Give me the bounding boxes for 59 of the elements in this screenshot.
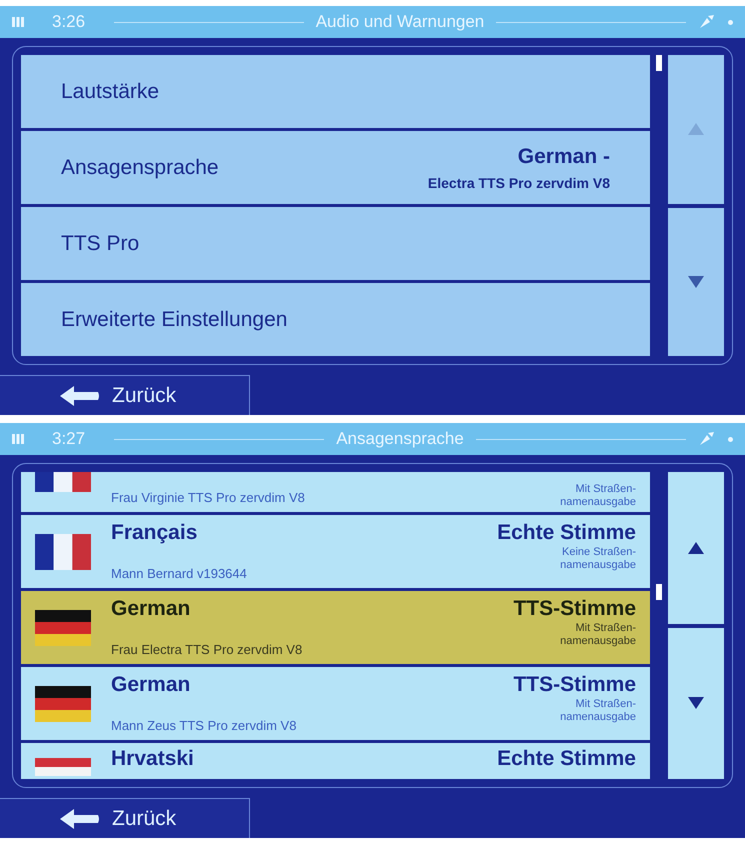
current-value: German - — [518, 144, 610, 170]
down-arrow-icon — [688, 276, 704, 288]
screen-title: Audio und Warnungen — [316, 11, 484, 34]
voice-list-item[interactable]: Frau Virginie TTS Pro zervdim V8 Mit Straßen- namenausgabe — [21, 472, 650, 512]
left-arrow-icon — [60, 808, 100, 828]
scroll-down-button[interactable] — [668, 208, 724, 356]
satellite-icon — [698, 431, 716, 447]
street-name-note: Mit Straßen- namenausgabe — [560, 698, 636, 724]
menu-item[interactable]: Erweiterte Einstellungen — [21, 283, 650, 356]
menu-item[interactable]: Ansagensprache German - Electra TTS Pro zervdim V8 — [21, 131, 650, 204]
voice-name: Mann Zeus TTS Pro zervdim V8 — [111, 717, 298, 735]
language-name: Hrvatski — [111, 746, 195, 772]
language-name: German — [111, 596, 192, 622]
back-button[interactable]: Zurück — [0, 798, 250, 838]
voice-name: Mann Bernard v193644 — [111, 565, 248, 583]
flag-icon — [35, 534, 91, 570]
voice-type: Echte Stimme — [497, 520, 636, 546]
up-arrow-icon — [688, 123, 704, 136]
signal-icon — [12, 433, 24, 445]
scroll-up-button[interactable] — [668, 472, 724, 624]
back-button[interactable]: Zurück — [0, 375, 250, 415]
voice-list-item[interactable]: Hrvatski Echte Stimme — [21, 743, 650, 779]
clock-time: 3:27 — [52, 428, 86, 450]
scrollbar-thumb[interactable] — [656, 584, 662, 600]
voice-list-item[interactable]: German Mann Zeus TTS Pro zervdim V8 TTS-Stimme Mit Straßen- namenausgabe — [21, 667, 650, 740]
selected-voice-item[interactable]: German Frau Electra TTS Pro zervdim V8 TTS-Stimme Mit Straßen- namenausgabe — [21, 591, 650, 664]
street-name-note: Mit Straßen- namenausgabe — [560, 622, 636, 648]
menu-item-label: Ansagensprache — [61, 154, 219, 181]
screen-title: Ansagensprache — [336, 428, 464, 450]
menu-item-label: Lautstärke — [61, 78, 160, 105]
dot-icon — [728, 20, 733, 24]
left-arrow-icon — [60, 386, 100, 406]
voice-type: Echte Stimme — [497, 746, 636, 772]
current-value-detail: Electra TTS Pro zervdim V8 — [428, 174, 610, 193]
voice-type: TTS-Stimme — [513, 596, 636, 622]
street-name-note: Keine Straßen- namenausgabe — [560, 546, 636, 572]
clock-time: 3:26 — [52, 11, 86, 34]
voice-name: Frau Electra TTS Pro zervdim V8 — [111, 641, 304, 659]
down-arrow-icon — [688, 697, 704, 710]
menu-item[interactable]: TTS Pro — [21, 207, 650, 280]
scroll-up-button[interactable] — [668, 55, 724, 204]
scrollbar-thumb[interactable] — [656, 55, 662, 71]
voice-name: Frau Virginie TTS Pro zervdim V8 — [111, 488, 306, 507]
street-name-note: Mit Straßen- namenausgabe — [560, 483, 636, 509]
dot-icon — [728, 436, 733, 442]
satellite-icon — [698, 14, 716, 30]
flag-icon — [35, 686, 91, 722]
flag-icon — [35, 610, 91, 646]
up-arrow-icon — [688, 542, 704, 554]
voice-list-item[interactable]: Français Mann Bernard v193644 Echte Stimme Keine Straßen- namenausgabe — [21, 515, 650, 588]
menu-item-label: Erweiterte Einstellungen — [61, 306, 288, 333]
language-name: German — [111, 672, 192, 698]
flag-icon — [35, 758, 91, 776]
scroll-down-button[interactable] — [668, 628, 724, 779]
voice-type: TTS-Stimme — [513, 672, 636, 698]
language-name: Français — [111, 520, 198, 546]
menu-item[interactable]: Lautstärke — [21, 55, 650, 128]
signal-icon — [12, 16, 24, 28]
menu-item-label: TTS Pro — [61, 230, 140, 257]
